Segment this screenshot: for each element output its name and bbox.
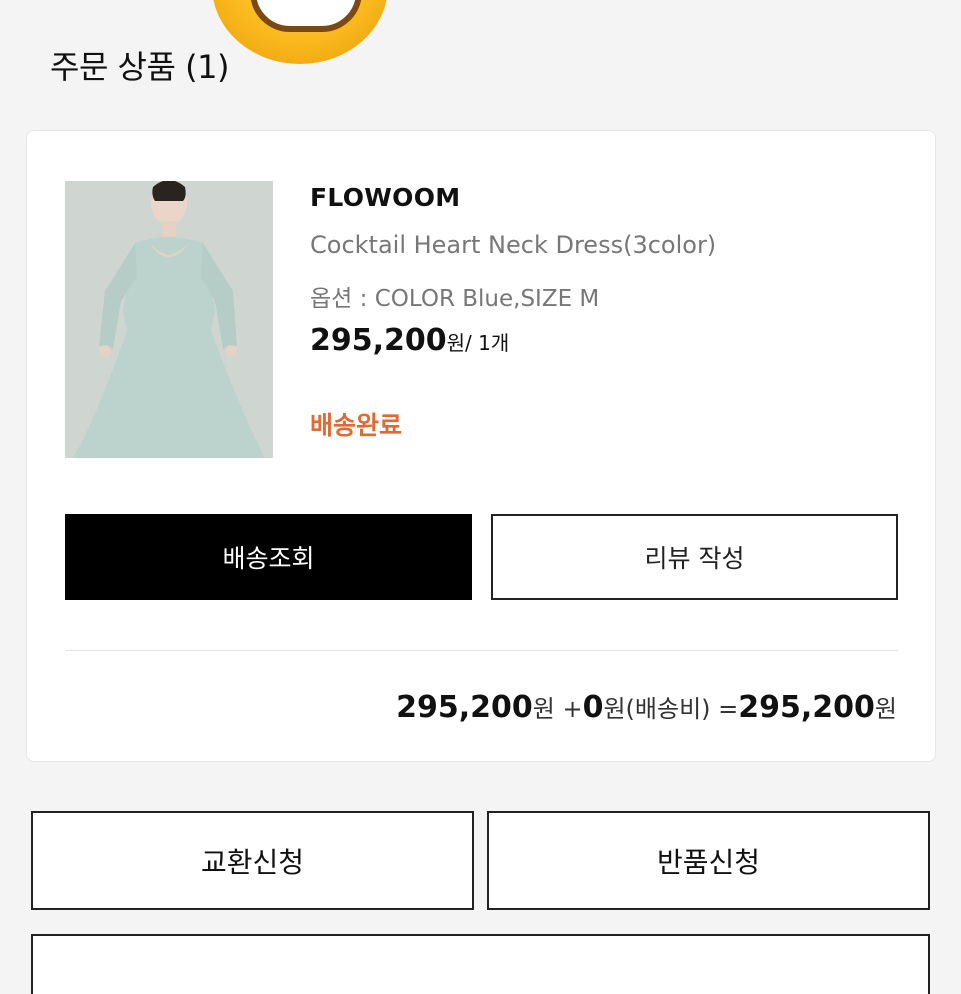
order-total-summary: 295,200원 +0원(배송비) =295,200원 [396,689,897,725]
total-price: 295,200 [738,690,875,725]
additional-action-button[interactable] [31,934,930,994]
emoji-mouth [250,0,362,32]
exchange-request-button[interactable]: 교환신청 [31,811,474,910]
write-review-button[interactable]: 리뷰 작성 [491,514,898,600]
plus-sign: + [554,695,583,723]
price-unit: 원/ 1개 [446,331,510,355]
product-name[interactable]: Cocktail Heart Neck Dress(3color) [310,231,716,259]
shipping-label: 원(배송비) [603,695,711,723]
price-value: 295,200 [310,323,447,358]
delivery-status: 배송완료 [310,411,403,440]
item-price: 295,200 [396,690,533,725]
return-request-button[interactable]: 반품신청 [487,811,930,910]
grinning-emoji-icon [212,0,388,64]
order-item-card: FLOWOOM Cocktail Heart Neck Dress(3color… [26,130,936,762]
product-price: 295,200원/ 1개 [310,323,509,358]
equals-sign: = [710,695,739,723]
won-unit-total: 원 [874,695,897,723]
won-unit: 원 [532,695,555,723]
brand-name[interactable]: FLOWOOM [310,183,460,212]
product-option: 옵션 : COLOR Blue,SIZE M [310,286,600,312]
product-thumbnail[interactable] [65,181,273,458]
section-title: 주문 상품 (1) [50,48,229,86]
divider [65,650,898,651]
track-delivery-button[interactable]: 배송조회 [65,514,472,600]
dress-model-image [65,181,273,458]
shipping-fee: 0 [582,690,604,725]
